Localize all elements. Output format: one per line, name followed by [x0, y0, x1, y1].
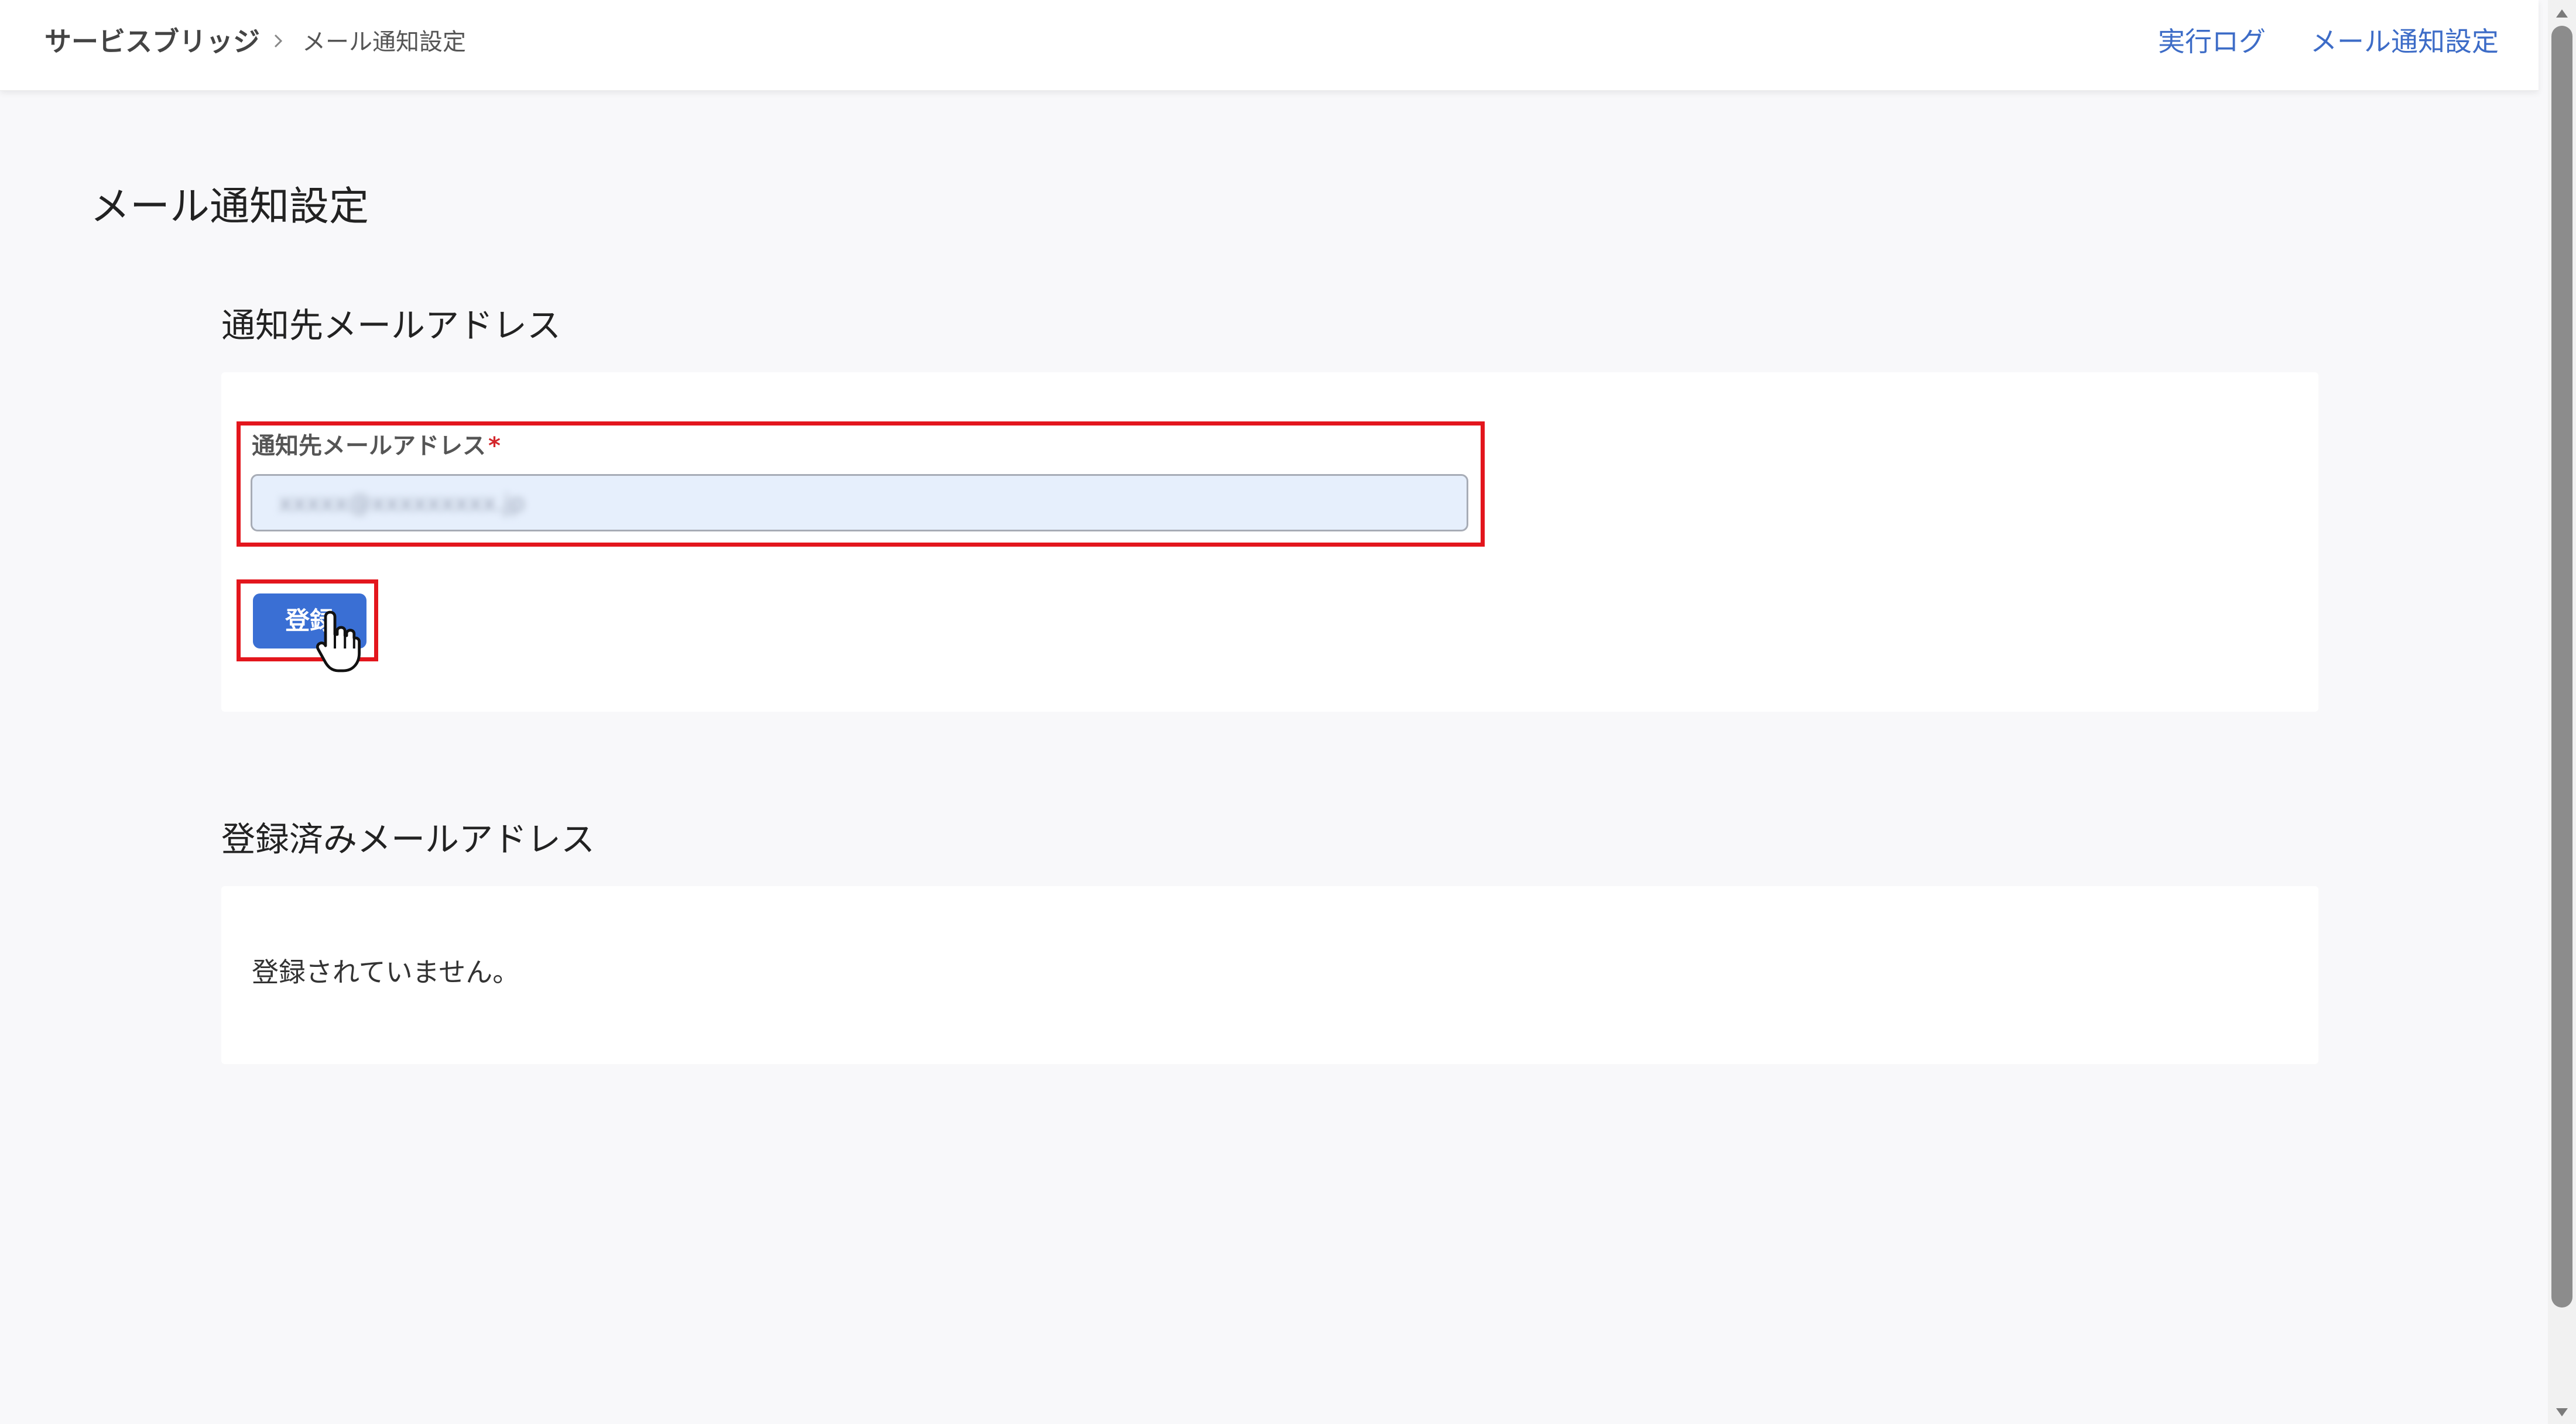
scroll-up-arrow-icon[interactable]: [2551, 5, 2572, 22]
nav-link-mail-settings[interactable]: メール通知設定: [2310, 22, 2499, 61]
registered-list-card: [221, 886, 2318, 1064]
breadcrumb-current: メール通知設定: [302, 29, 466, 56]
email-field-label: 通知先メールアドレス *: [252, 428, 501, 464]
chevron-right-icon: [274, 34, 283, 48]
hand-pointer-cursor-icon: [316, 610, 361, 672]
email-field-label-text: 通知先メールアドレス: [252, 433, 486, 459]
email-input[interactable]: [251, 474, 1468, 531]
empty-state-message: 登録されていません。: [252, 956, 520, 988]
top-header: サービスブリッジ メール通知設定 実行ログ メール通知設定: [0, 0, 2539, 91]
breadcrumb-root-link[interactable]: サービスブリッジ: [44, 22, 260, 61]
page-title: メール通知設定: [90, 184, 369, 230]
registered-section-title: 登録済みメールアドレス: [221, 819, 595, 859]
nav-link-execution-log[interactable]: 実行ログ: [2158, 22, 2266, 61]
notification-section-title: 通知先メールアドレス: [221, 306, 561, 345]
scrollbar-thumb[interactable]: [2551, 26, 2572, 1308]
required-mark: *: [488, 433, 501, 459]
scroll-down-arrow-icon[interactable]: [2551, 1404, 2572, 1421]
